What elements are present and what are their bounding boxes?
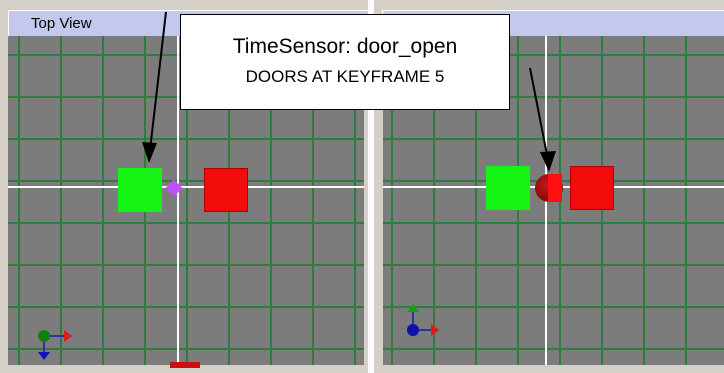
callout-arrow-right — [529, 67, 549, 161]
callout-arrow-left — [149, 11, 167, 151]
callout-arrowhead-right — [540, 151, 556, 172]
callout-arrows — [142, 11, 556, 172]
callout-arrowhead-left — [142, 142, 157, 163]
